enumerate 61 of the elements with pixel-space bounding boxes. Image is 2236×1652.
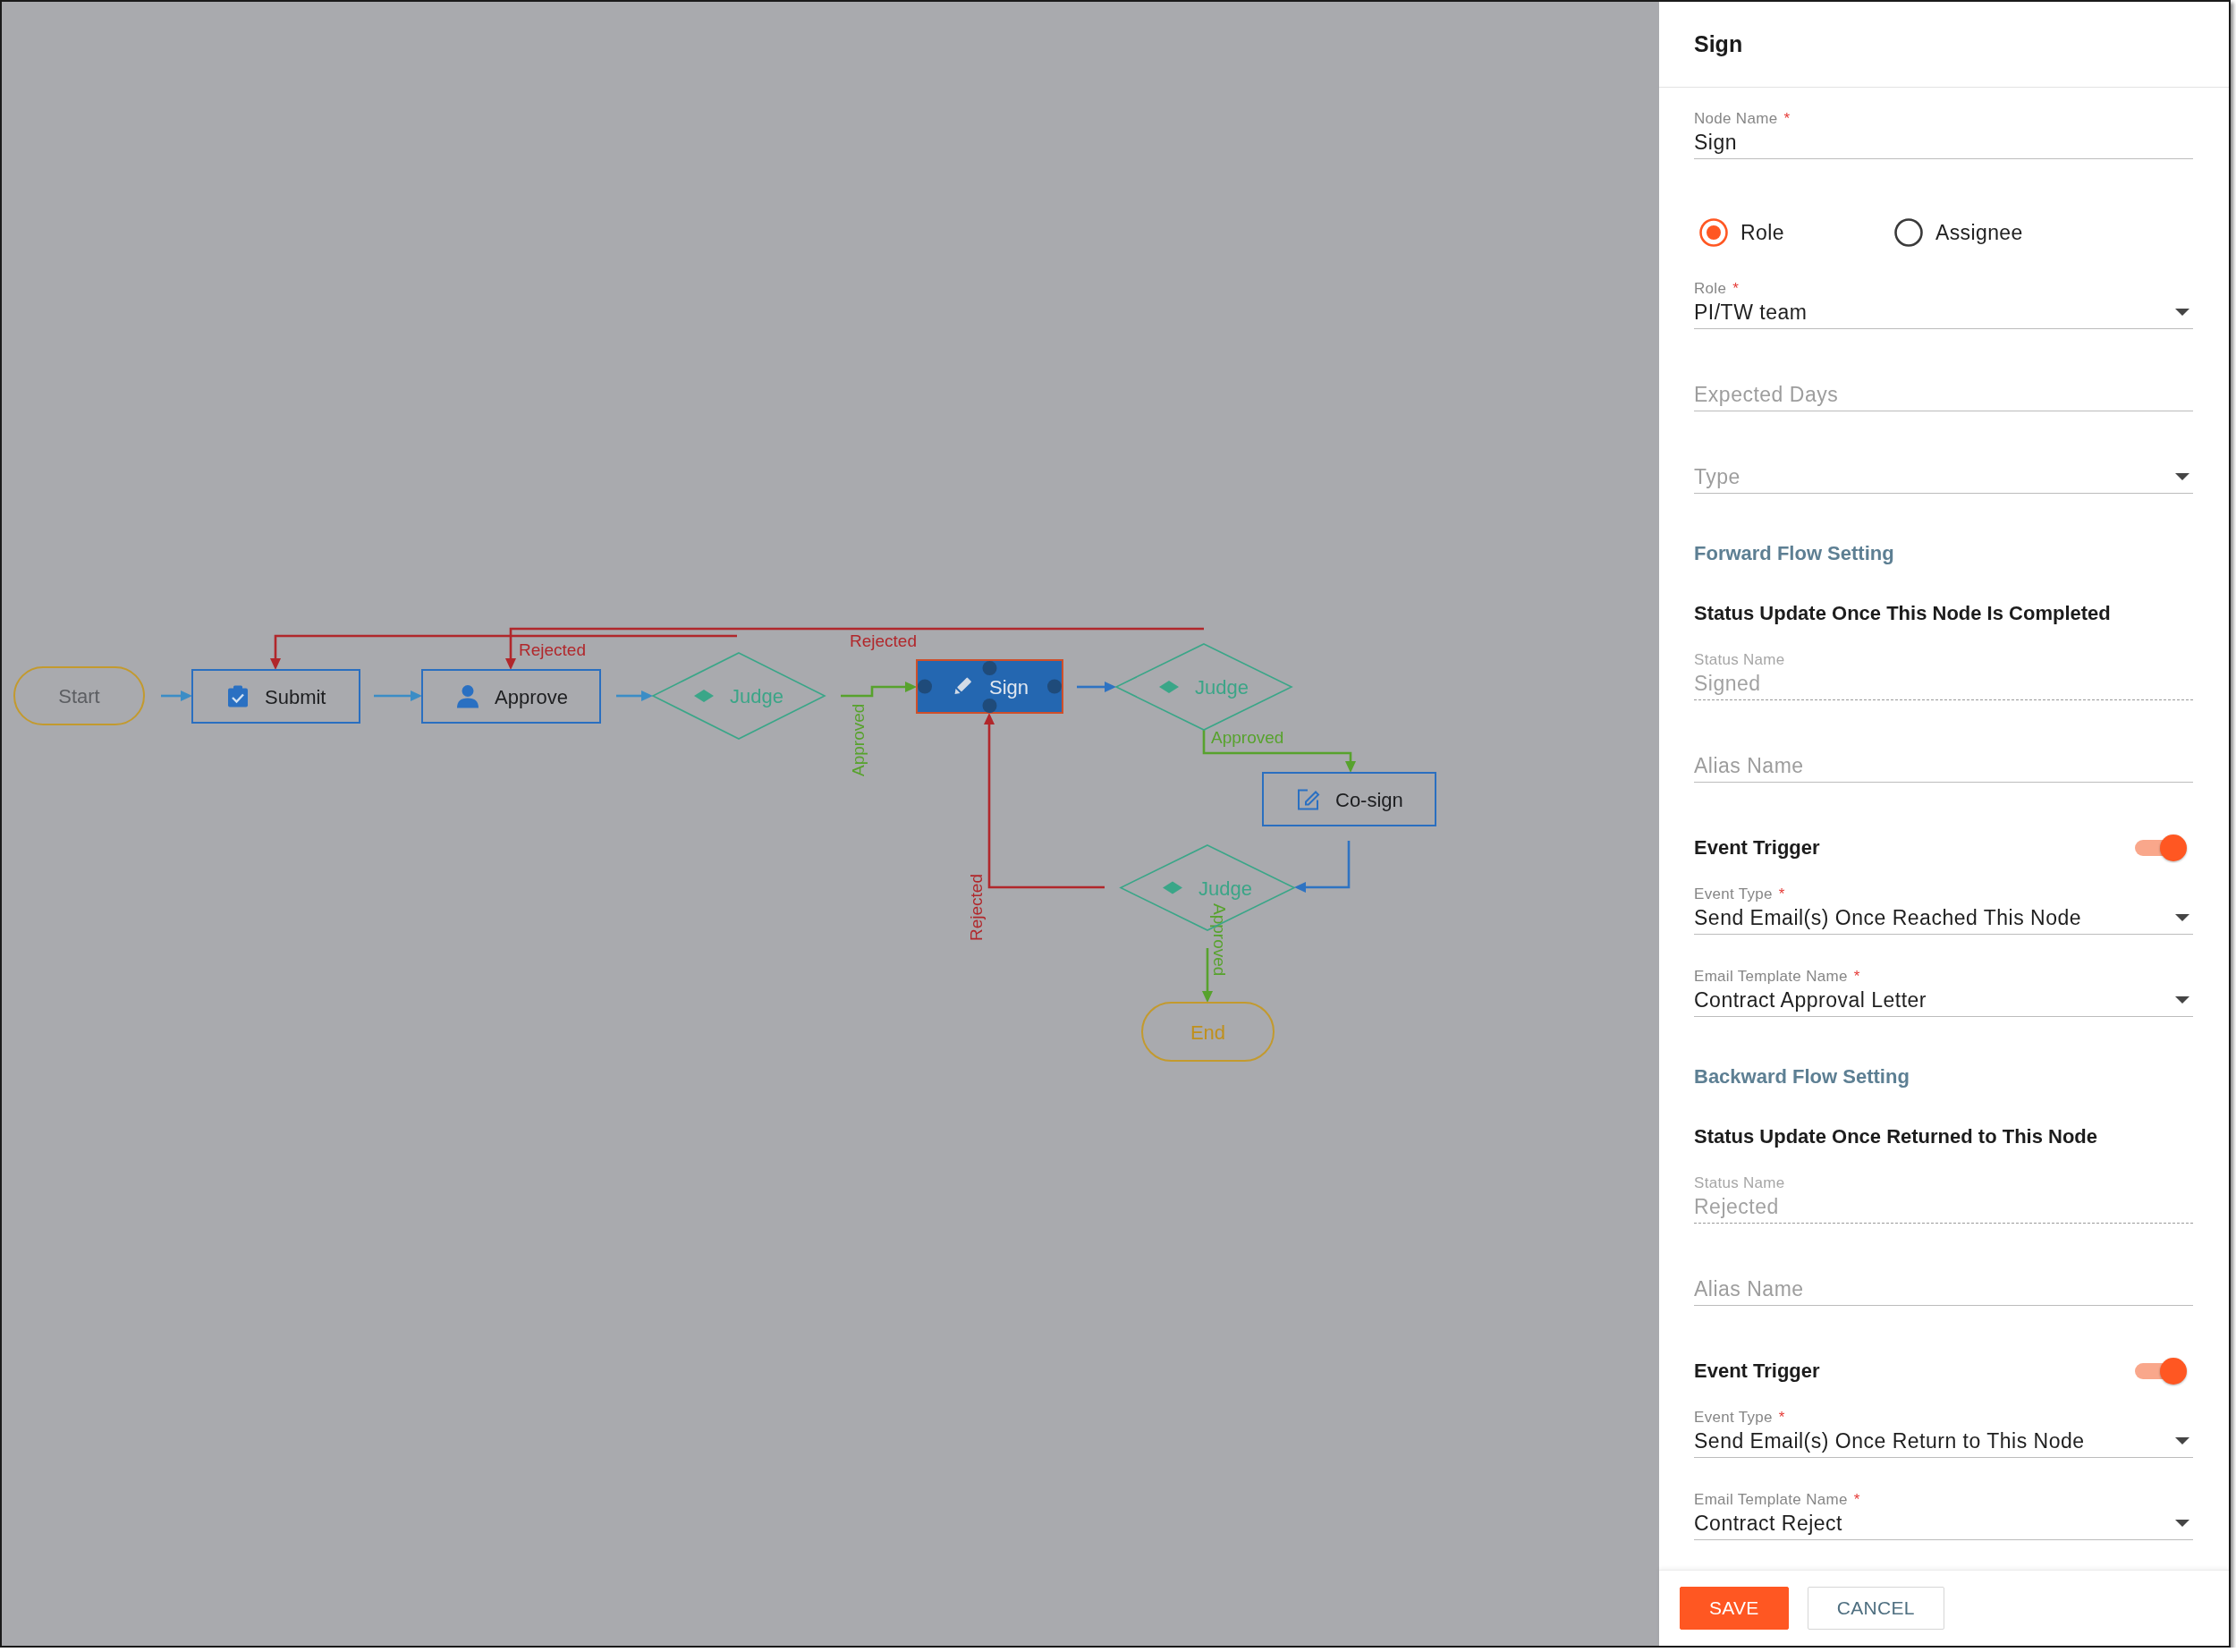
select-field[interactable]: Send Email(s) Once Reached This Node bbox=[1694, 903, 2193, 935]
field-label: Status Name bbox=[1694, 1174, 1785, 1192]
text-input[interactable]: Alias Name bbox=[1694, 751, 2193, 783]
pencil-icon bbox=[954, 677, 972, 694]
diamond-icon bbox=[1159, 681, 1179, 693]
section-title: Forward Flow Setting bbox=[1694, 541, 1894, 566]
node-label: Judge bbox=[1195, 676, 1249, 699]
radio-option[interactable]: Assignee bbox=[1893, 218, 2023, 247]
person-icon bbox=[457, 685, 479, 708]
radio-option[interactable]: Role bbox=[1699, 218, 1784, 247]
caret-down-icon bbox=[2175, 1437, 2189, 1444]
node-label: Submit bbox=[265, 685, 326, 708]
field-label: Email Template Name * bbox=[1694, 968, 1860, 986]
select-field[interactable]: Contract Approval Letter bbox=[1694, 986, 2193, 1017]
node-label: Judge bbox=[730, 685, 783, 707]
field-label: Role * bbox=[1694, 280, 1740, 298]
select-field[interactable]: Contract Reject bbox=[1694, 1509, 2193, 1540]
field-label: Status Name bbox=[1694, 651, 1785, 669]
text-input[interactable]: Alias Name bbox=[1694, 1275, 2193, 1306]
select-field[interactable]: Send Email(s) Once Return to This Node bbox=[1694, 1427, 2193, 1458]
edit-icon bbox=[1298, 789, 1320, 810]
node-label: Start bbox=[58, 685, 100, 707]
caret-down-icon bbox=[2175, 914, 2189, 921]
node-label: Co-sign bbox=[1335, 788, 1403, 811]
edge-label: Rejected bbox=[967, 874, 986, 941]
field-label: Event Type * bbox=[1694, 1409, 1785, 1427]
caret-down-icon bbox=[2175, 473, 2189, 480]
caret-down-icon bbox=[2175, 309, 2189, 316]
toggle-label: Event Trigger bbox=[1694, 836, 1820, 860]
connection-handle-icon[interactable] bbox=[982, 661, 997, 675]
diamond-icon bbox=[1163, 881, 1182, 894]
cancel-button[interactable]: CANCEL bbox=[1807, 1587, 1944, 1630]
section-title: Backward Flow Setting bbox=[1694, 1064, 1910, 1089]
section-subtitle: Status Update Once Returned to This Node bbox=[1694, 1124, 2098, 1149]
text-input[interactable]: Expected Days bbox=[1694, 380, 2193, 411]
connection-handle-icon[interactable] bbox=[1047, 679, 1062, 694]
node-label: Approve bbox=[495, 685, 568, 708]
edge-label: Rejected bbox=[850, 631, 917, 650]
connection-handle-icon[interactable] bbox=[918, 679, 932, 694]
toggle-switch[interactable] bbox=[2135, 1356, 2189, 1386]
clipboard-check-icon bbox=[228, 685, 248, 707]
text-input[interactable]: Sign bbox=[1694, 128, 2193, 159]
field-label: Email Template Name * bbox=[1694, 1491, 1860, 1509]
caret-down-icon bbox=[2175, 996, 2189, 1004]
node-label: Sign bbox=[989, 675, 1029, 699]
section-subtitle: Status Update Once This Node Is Completed bbox=[1694, 601, 2111, 626]
node-label: Judge bbox=[1198, 877, 1252, 900]
edge-label: Approved bbox=[1210, 903, 1229, 977]
select-field[interactable]: PI/TW team bbox=[1694, 298, 2193, 329]
node-label: End bbox=[1190, 1021, 1226, 1044]
caret-down-icon bbox=[2175, 1520, 2189, 1527]
diamond-icon bbox=[694, 690, 714, 702]
toggle-switch[interactable] bbox=[2135, 833, 2189, 863]
edge-label: Approved bbox=[849, 703, 868, 776]
toggle-label: Event Trigger bbox=[1694, 1360, 1820, 1383]
edge-label: Approved bbox=[1211, 728, 1284, 747]
edge-label: Rejected bbox=[519, 640, 586, 659]
connection-handle-icon[interactable] bbox=[982, 699, 997, 713]
panel-title: Sign bbox=[1694, 31, 1743, 57]
field-label: Event Type * bbox=[1694, 885, 1785, 903]
field-label: Node Name * bbox=[1694, 110, 1791, 128]
